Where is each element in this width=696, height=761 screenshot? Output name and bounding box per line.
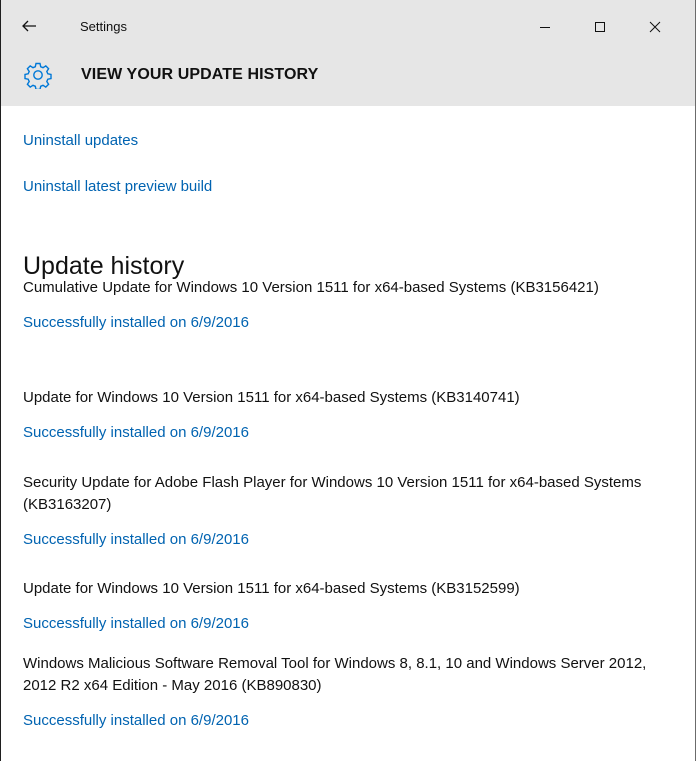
update-name[interactable]: Update for Windows 10 Version 1511 for x… (23, 578, 683, 600)
update-status-link[interactable]: Successfully installed on 6/9/2016 (23, 312, 249, 334)
window-chrome: Settings VIEW YOUR UPDATE HISTORY (1, 0, 695, 106)
back-arrow-icon (22, 20, 36, 32)
update-item: Update for Windows 10 Version 1511 for x… (23, 578, 683, 635)
update-item: Windows Malicious Software Removal Tool … (23, 653, 683, 732)
page-title: VIEW YOUR UPDATE HISTORY (81, 66, 319, 83)
update-name[interactable]: Windows Malicious Software Removal Tool … (23, 653, 683, 697)
update-status-link[interactable]: Successfully installed on 6/9/2016 (23, 422, 249, 444)
uninstall-preview-build-link[interactable]: Uninstall latest preview build (23, 178, 212, 195)
uninstall-updates-link[interactable]: Uninstall updates (23, 132, 138, 149)
gear-icon (24, 62, 52, 89)
page-header: VIEW YOUR UPDATE HISTORY (1, 55, 695, 106)
update-status-link[interactable]: Successfully installed on 6/9/2016 (23, 529, 249, 551)
update-item: Security Update for Adobe Flash Player f… (23, 472, 683, 551)
update-name[interactable]: Update for Windows 10 Version 1511 for x… (23, 387, 683, 409)
update-status-link[interactable]: Successfully installed on 6/9/2016 (23, 710, 249, 732)
close-button[interactable] (635, 10, 675, 44)
maximize-button[interactable] (580, 10, 620, 44)
minimize-icon (540, 27, 550, 28)
minimize-button[interactable] (525, 10, 565, 44)
update-status-link[interactable]: Successfully installed on 6/9/2016 (23, 613, 249, 635)
update-item: Update for Windows 10 Version 1511 for x… (23, 387, 683, 444)
maximize-icon (595, 22, 605, 32)
update-name[interactable]: Cumulative Update for Windows 10 Version… (23, 277, 683, 299)
window-border-left (0, 0, 1, 761)
update-item: Cumulative Update for Windows 10 Version… (23, 277, 683, 334)
close-icon (649, 21, 661, 33)
back-button[interactable] (15, 12, 43, 40)
window-title: Settings (80, 19, 127, 34)
update-name[interactable]: Security Update for Adobe Flash Player f… (23, 472, 683, 516)
title-bar[interactable]: Settings (1, 0, 695, 55)
settings-window: Settings VIEW YOUR UPDATE HISTORY Uninst… (0, 0, 696, 761)
